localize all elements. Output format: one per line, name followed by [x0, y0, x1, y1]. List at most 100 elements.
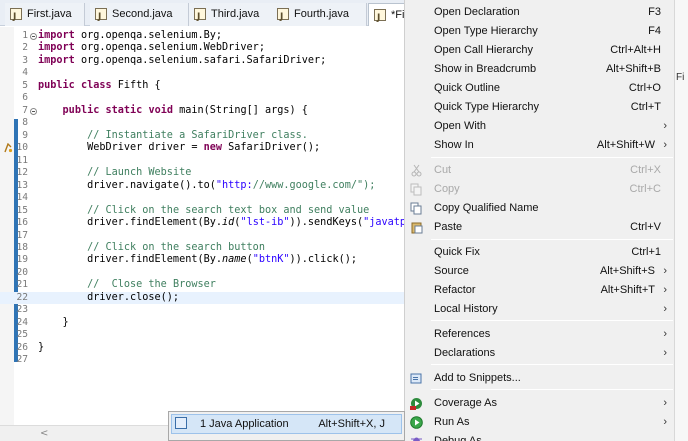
code-editor[interactable]: 1 import org.openqa.selenium.By; 2 import o… — [0, 27, 404, 425]
code-line[interactable]: 15 // Click on the search text box and s… — [0, 205, 404, 217]
code-text[interactable]: driver.findElement(By.id("lst-ib")).send… — [38, 217, 404, 229]
code-line[interactable]: 5 public class Fifth { — [0, 80, 404, 92]
menu-item-copy-qualified-name[interactable]: Copy Qualified Name — [405, 199, 675, 218]
menu-item-local-history[interactable]: Local History › — [405, 300, 675, 319]
menu-item-quick-fix[interactable]: Quick Fix Ctrl+1 — [405, 243, 675, 262]
code-line[interactable]: 12 // Launch Website — [0, 167, 404, 179]
menu-item-copy[interactable]: Copy Ctrl+C — [405, 180, 675, 199]
code-line[interactable]: 10 WebDriver driver = new SafariDriver()… — [0, 142, 404, 154]
code-line[interactable]: 22 driver.close(); — [0, 291, 404, 305]
menu-item-show-in-breadcrumb[interactable]: Show in Breadcrumb Alt+Shift+B — [405, 60, 675, 79]
menu-item-label: Open Type Hierarchy — [434, 25, 538, 37]
code-line[interactable]: 3 import org.openqa.selenium.safari.Safar… — [0, 55, 404, 67]
menu-item-references[interactable]: References › — [405, 325, 675, 344]
warning-marker-icon[interactable] — [4, 142, 13, 153]
code-line[interactable]: 27 — [0, 354, 404, 366]
code-line[interactable]: 18 // Click on the search button — [0, 242, 404, 254]
line-number: 9 — [22, 129, 28, 141]
copy-icon — [410, 183, 423, 196]
menu-item-source[interactable]: Source › Alt+Shift+S — [405, 262, 675, 281]
code-line[interactable]: 11 — [0, 155, 404, 167]
code-text[interactable]: // Launch Website — [38, 167, 191, 179]
code-text[interactable]: } — [38, 317, 69, 329]
line-number: 11 — [16, 154, 28, 166]
code-text[interactable]: driver.navigate().to("http://www.google.… — [38, 180, 375, 192]
menu-item-open-declaration[interactable]: Open Declaration F3 — [405, 3, 675, 22]
line-number: 26 — [16, 341, 28, 353]
menu-item-shortcut: Alt+Shift+S — [599, 265, 655, 277]
code-line[interactable]: 17 — [0, 230, 404, 242]
tab-label: Fourth.java — [294, 8, 350, 20]
menu-item-run-as[interactable]: Run As › — [405, 413, 675, 432]
code-line[interactable]: 13 driver.navigate().to("http://www.goog… — [0, 180, 404, 192]
code-text[interactable]: // Click on the search button — [38, 242, 265, 254]
submenu-arrow-icon: › — [663, 347, 667, 359]
menu-item-open-type-hierarchy[interactable]: Open Type Hierarchy F4 — [405, 22, 675, 41]
menu-item-label: Paste — [434, 221, 463, 233]
line-number: 18 — [16, 241, 28, 253]
code-text[interactable]: driver.close(); — [38, 292, 179, 304]
fold-toggle-icon[interactable] — [30, 33, 37, 40]
tab-fifth-java[interactable]: *Fif — [368, 3, 408, 26]
tab-fourth-java[interactable]: Fourth.java — [272, 3, 367, 26]
code-line[interactable]: 6 — [0, 92, 404, 104]
submenu-arrow-icon: › — [663, 328, 667, 340]
menu-item-open-call-hierarchy[interactable]: Open Call Hierarchy Ctrl+Alt+H — [405, 41, 675, 60]
menu-item-label: References — [434, 328, 491, 340]
code-line[interactable]: 9 // Instantiate a SafariDriver class. — [0, 130, 404, 142]
code-line[interactable]: 2 import org.openqa.selenium.WebDriver; — [0, 42, 404, 54]
menu-item-refactor[interactable]: Refactor › Alt+Shift+T — [405, 281, 675, 300]
menu-separator — [431, 239, 673, 240]
code-line[interactable]: 19 driver.findElement(By.name("btnK")).c… — [0, 254, 404, 266]
code-text[interactable]: // Instantiate a SafariDriver class. — [38, 130, 308, 142]
scissors-icon — [410, 164, 423, 177]
tab-label: First.java — [27, 8, 72, 20]
code-line[interactable]: 25 — [0, 329, 404, 341]
menu-item-cut[interactable]: Cut Ctrl+X — [405, 161, 675, 180]
menu-item-paste[interactable]: Paste Ctrl+V — [405, 218, 675, 237]
code-text[interactable]: import org.openqa.selenium.safari.Safari… — [38, 55, 326, 67]
code-text[interactable]: WebDriver driver = new SafariDriver(); — [38, 142, 320, 154]
tab-third-java[interactable]: Third.java — [189, 3, 280, 26]
code-line[interactable]: 16 driver.findElement(By.id("lst-ib")).s… — [0, 217, 404, 229]
code-line[interactable]: 8 — [0, 117, 404, 129]
menu-separator — [431, 364, 673, 365]
menu-item-label: Show in Breadcrumb — [434, 63, 537, 75]
debug-icon — [410, 435, 423, 441]
java-file-icon — [10, 6, 22, 26]
menu-item-show-in[interactable]: Show In › Alt+Shift+W — [405, 136, 675, 155]
run-as-submenu: 1 Java Application Alt+Shift+X, J — [168, 411, 405, 441]
code-text[interactable]: driver.findElement(By.name("btnK")).clic… — [38, 254, 357, 266]
code-line[interactable]: 24 } — [0, 317, 404, 329]
scroll-left-icon[interactable]: < — [40, 428, 48, 439]
code-line[interactable]: 1 import org.openqa.selenium.By; — [0, 30, 404, 42]
code-text[interactable]: } — [38, 342, 44, 354]
menu-item-quick-outline[interactable]: Quick Outline Ctrl+O — [405, 79, 675, 98]
code-line[interactable]: 26} — [0, 342, 404, 354]
tab-first-java[interactable]: First.java — [5, 3, 85, 26]
menu-item-debug-as[interactable]: Debug As — [405, 432, 675, 441]
right-panel-edge: Fi — [674, 0, 688, 441]
run-java-application-shortcut: Alt+Shift+X, J — [318, 418, 385, 430]
fold-toggle-icon[interactable] — [30, 107, 37, 115]
code-text[interactable]: // Close the Browser — [38, 279, 216, 291]
code-line[interactable]: 23 — [0, 304, 404, 316]
code-text[interactable]: import org.openqa.selenium.By; — [38, 30, 222, 42]
tab-second-java[interactable]: Second.java — [90, 3, 189, 26]
menu-item-add-to-snippets[interactable]: Add to Snippets... — [405, 369, 675, 388]
code-text[interactable]: import org.openqa.selenium.WebDriver; — [38, 42, 265, 54]
code-text[interactable]: public static void main(String[] args) { — [38, 105, 308, 117]
code-text[interactable]: public class Fifth { — [38, 80, 161, 92]
code-line[interactable]: 20 — [0, 267, 404, 279]
code-line[interactable]: 7 public static void main(String[] args)… — [0, 105, 404, 117]
horizontal-scrollbar[interactable]: < — [0, 425, 170, 441]
menu-item-declarations[interactable]: Declarations › — [405, 344, 675, 363]
menu-item-coverage-as[interactable]: Coverage As › — [405, 394, 675, 413]
menu-item-open-with[interactable]: Open With › — [405, 117, 675, 136]
code-line[interactable]: 14 — [0, 192, 404, 204]
code-line[interactable]: 4 — [0, 67, 404, 79]
code-text[interactable]: // Click on the search text box and send… — [38, 205, 369, 217]
menu-item-quick-type-hierarchy[interactable]: Quick Type Hierarchy Ctrl+T — [405, 98, 675, 117]
menu-item-shortcut: Alt+Shift+W — [596, 139, 655, 151]
code-line[interactable]: 21 // Close the Browser — [0, 279, 404, 291]
